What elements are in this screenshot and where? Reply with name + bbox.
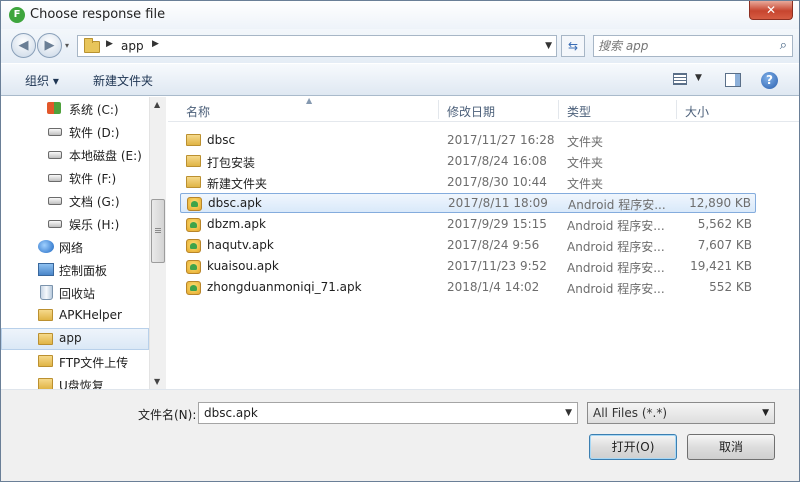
windows-drive-icon — [47, 102, 61, 114]
sort-indicator-icon: ▲ — [306, 96, 313, 105]
address-dropdown-icon[interactable]: ▼ — [545, 41, 552, 51]
folder-icon — [38, 333, 53, 345]
close-button[interactable]: ✕ — [749, 1, 793, 20]
file-type-dropdown-icon[interactable]: ▼ — [762, 408, 769, 418]
apk-icon — [187, 197, 202, 211]
search-box[interactable]: ⌕ — [593, 35, 793, 57]
cancel-button[interactable]: 取消 — [687, 434, 775, 460]
apk-icon — [186, 281, 201, 295]
toolbar: 组织 ▾ 新建文件夹 ▼ ? — [1, 63, 799, 96]
drive-icon — [48, 174, 62, 182]
nav-item-app[interactable]: app — [1, 328, 149, 350]
breadcrumb-chevron-icon[interactable]: ▶ — [152, 39, 159, 49]
file-row[interactable]: kuaisou.apk 2017/11/23 9:52 Android 程序安.… — [180, 257, 756, 277]
dialog-footer: 文件名(N): dbsc.apk ▼ All Files (*.*) ▼ 打开(… — [1, 389, 799, 481]
refresh-button[interactable]: ⇆ — [561, 35, 585, 57]
nav-item-drive-g[interactable]: 文档 (G:) — [1, 190, 149, 212]
breadcrumb-app[interactable]: app — [121, 39, 144, 53]
control-panel-icon — [38, 263, 54, 276]
column-header: ▲ 名称 修改日期 类型 大小 — [168, 96, 799, 122]
folder-icon — [38, 355, 53, 367]
search-input[interactable] — [598, 38, 768, 54]
nav-item-usb-recovery[interactable]: U盘恢复 — [1, 374, 149, 389]
back-button[interactable]: ◀ — [11, 33, 36, 58]
nav-item-network[interactable]: 网络 — [1, 236, 149, 258]
drive-icon — [48, 151, 62, 159]
nav-item-ftp-upload[interactable]: FTP文件上传 — [1, 351, 149, 373]
file-dialog-window: F Choose response file ✕ ◀ ▶ ▾ ▶ app ▶ ▼… — [0, 0, 800, 482]
title-bar[interactable]: F Choose response file ✕ — [1, 1, 799, 29]
file-row[interactable]: dbzm.apk 2017/9/29 15:15 Android 程序安... … — [180, 215, 756, 235]
nav-item-apkhelper[interactable]: APKHelper — [1, 305, 149, 327]
address-bar[interactable]: ▶ app ▶ ▼ — [77, 35, 557, 57]
file-row[interactable]: 打包安装 2017/8/24 16:08 文件夹 — [180, 152, 756, 172]
file-type-select[interactable]: All Files (*.*) ▼ — [587, 402, 775, 424]
file-row[interactable]: zhongduanmoniqi_71.apk 2018/1/4 14:02 An… — [180, 278, 756, 298]
column-divider[interactable] — [676, 100, 677, 119]
column-divider[interactable] — [438, 100, 439, 119]
search-icon[interactable]: ⌕ — [780, 38, 787, 53]
apk-icon — [186, 239, 201, 253]
drive-icon — [48, 220, 62, 228]
nav-item-recycle-bin[interactable]: 回收站 — [1, 282, 149, 304]
nav-item-drive-h[interactable]: 娱乐 (H:) — [1, 213, 149, 235]
app-icon: F — [9, 7, 25, 23]
file-type-value: All Files (*.*) — [593, 406, 668, 420]
column-divider[interactable] — [558, 100, 559, 119]
folder-icon — [186, 155, 201, 167]
filename-dropdown-icon[interactable]: ▼ — [565, 408, 572, 418]
nav-item-drive-d[interactable]: 软件 (D:) — [1, 121, 149, 143]
column-name[interactable]: 名称 — [186, 103, 210, 120]
file-row-selected[interactable]: dbsc.apk 2017/8/11 18:09 Android 程序安... … — [180, 193, 756, 213]
filename-value[interactable]: dbsc.apk — [204, 406, 258, 420]
folder-icon — [38, 309, 53, 321]
view-options-icon[interactable] — [673, 73, 687, 85]
recent-pages-chevron-icon[interactable]: ▾ — [65, 41, 69, 50]
breadcrumb-chevron-icon[interactable]: ▶ — [106, 39, 113, 49]
recycle-bin-icon — [40, 285, 53, 300]
navigation-pane: 系统 (C:) 软件 (D:) 本地磁盘 (E:) 软件 (F:) 文档 (G:… — [1, 97, 166, 389]
nav-item-drive-c[interactable]: 系统 (C:) — [1, 98, 149, 120]
organize-button[interactable]: 组织 ▾ — [25, 72, 59, 89]
open-button[interactable]: 打开(O) — [589, 434, 677, 460]
help-icon[interactable]: ? — [761, 72, 778, 89]
apk-icon — [186, 260, 201, 274]
file-row[interactable]: 新建文件夹 2017/8/30 10:44 文件夹 — [180, 173, 756, 193]
folder-icon — [38, 378, 53, 389]
column-date[interactable]: 修改日期 — [447, 103, 495, 120]
nav-item-drive-f[interactable]: 软件 (F:) — [1, 167, 149, 189]
folder-icon — [186, 134, 201, 146]
filename-label: 文件名(N): — [138, 408, 197, 422]
filename-input[interactable]: dbsc.apk ▼ — [198, 402, 578, 424]
new-folder-button[interactable]: 新建文件夹 — [93, 72, 153, 89]
nav-item-control-panel[interactable]: 控制面板 — [1, 259, 149, 281]
window-title: Choose response file — [30, 7, 166, 22]
drive-icon — [48, 128, 62, 136]
file-row[interactable]: haqutv.apk 2017/8/24 9:56 Android 程序安...… — [180, 236, 756, 256]
apk-icon — [186, 218, 201, 232]
scroll-thumb[interactable] — [151, 199, 165, 263]
file-list: ▲ 名称 修改日期 类型 大小 dbsc 2017/11/27 16:28 文件… — [168, 96, 799, 389]
file-row[interactable]: dbsc 2017/11/27 16:28 文件夹 — [180, 131, 756, 151]
address-row: ◀ ▶ ▾ ▶ app ▶ ▼ ⇆ ⌕ — [1, 29, 799, 63]
nav-item-drive-e[interactable]: 本地磁盘 (E:) — [1, 144, 149, 166]
column-size[interactable]: 大小 — [685, 103, 709, 120]
forward-button[interactable]: ▶ — [37, 33, 62, 58]
folder-icon — [84, 38, 100, 53]
folder-icon — [186, 176, 201, 188]
scroll-up-icon[interactable]: ▲ — [154, 100, 160, 109]
scroll-down-icon[interactable]: ▼ — [154, 377, 160, 386]
view-dropdown-icon[interactable]: ▼ — [695, 73, 702, 83]
drive-icon — [48, 197, 62, 205]
network-icon — [38, 240, 54, 253]
column-type[interactable]: 类型 — [567, 103, 591, 120]
preview-pane-icon[interactable] — [725, 73, 741, 87]
nav-scrollbar[interactable]: ▲ ▼ — [149, 97, 166, 389]
